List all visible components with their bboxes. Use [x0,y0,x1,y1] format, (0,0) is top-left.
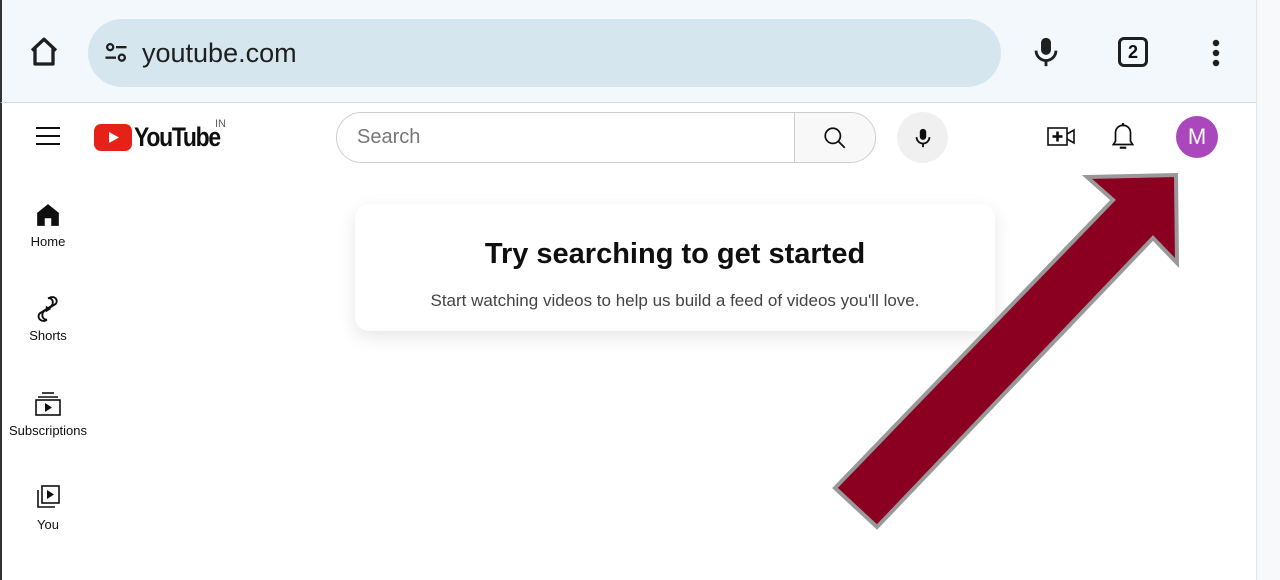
arrow-shape [832,172,1180,530]
annotation-arrow-icon [832,172,1180,530]
